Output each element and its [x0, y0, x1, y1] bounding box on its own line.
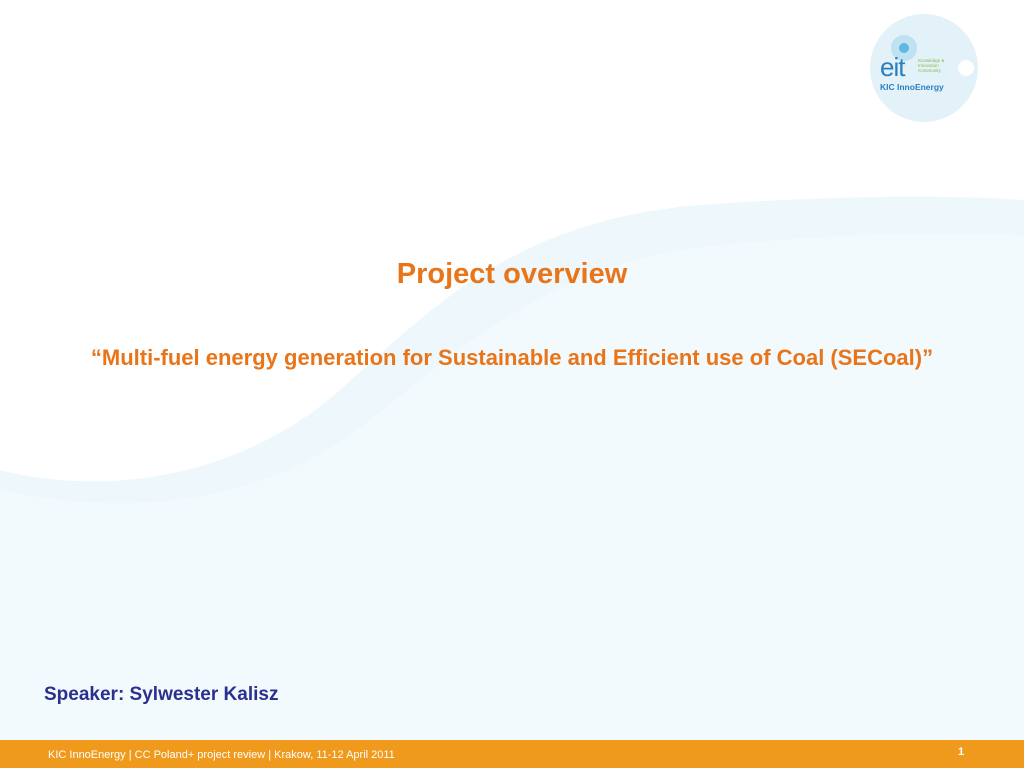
- footer-bar: KIC InnoEnergy | CC Poland+ project revi…: [0, 740, 1024, 768]
- slide-title: Project overview: [396, 258, 628, 290]
- logo-brand: KIC InnoEnergy: [880, 82, 944, 92]
- logo-mark: eit: [880, 52, 905, 82]
- eit-logo: eit Knowledge & Innovation Community KIC…: [866, 12, 982, 124]
- footer-text: KIC InnoEnergy | CC Poland+ project revi…: [48, 749, 395, 761]
- logo-tagline: Knowledge & Innovation Community: [918, 58, 945, 73]
- logo-tagline-line: Community: [918, 68, 941, 73]
- speaker-line: Speaker: Sylwester Kalisz: [44, 684, 279, 705]
- logo-side-dot: [958, 60, 974, 76]
- slide: eit Knowledge & Innovation Community KIC…: [0, 0, 1024, 768]
- page-number: 1: [958, 746, 965, 758]
- slide-subtitle: “Multi-fuel energy generation for Sustai…: [90, 345, 934, 370]
